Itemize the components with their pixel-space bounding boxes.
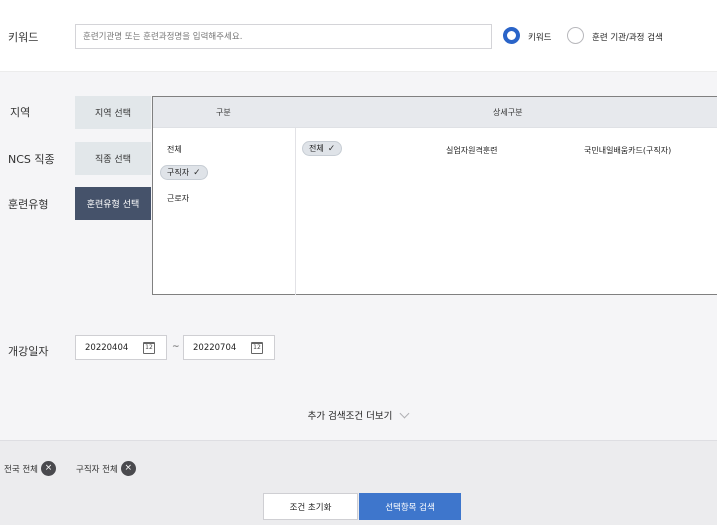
reset-conditions-button[interactable]: 조건 초기화: [263, 493, 358, 520]
start-date-field[interactable]: 20220404 12: [75, 335, 167, 360]
ncs-select-button[interactable]: 직종 선택: [75, 142, 151, 175]
check-icon: ✓: [193, 167, 201, 178]
keyword-input[interactable]: [75, 24, 492, 49]
search-selected-button[interactable]: 선택항목 검색: [359, 493, 461, 520]
dropdown-divider: [295, 128, 296, 295]
detail-item-all-label: 전체: [309, 144, 324, 153]
detail-item-national-card[interactable]: 국민내일배움카드(구직자): [584, 145, 671, 156]
date-separator: ~: [172, 342, 180, 352]
dropdown-header: 구분 상세구분: [153, 97, 717, 128]
keyword-label: 키워드: [8, 31, 39, 44]
more-conditions-toggle[interactable]: 추가 검색조건 더보기: [258, 408, 458, 422]
radio-institution-course[interactable]: [567, 27, 584, 44]
category-item-jobseeker[interactable]: 구직자 ✓: [160, 165, 208, 180]
ncs-label: NCS 직종: [8, 153, 55, 166]
check-icon: ✓: [327, 143, 336, 154]
radio-keyword-label[interactable]: 키워드: [528, 31, 551, 43]
calendar-icon[interactable]: 12: [143, 341, 155, 354]
calendar-icon[interactable]: 12: [251, 341, 263, 354]
selected-tag-training-type-label: 구직자 전체: [76, 464, 118, 475]
start-date-value: 20220404: [85, 342, 129, 353]
start-date-label: 개강일자: [8, 345, 49, 358]
close-icon[interactable]: ×: [120, 461, 136, 476]
detail-item-all[interactable]: 전체 ✓: [302, 141, 343, 156]
category-item-jobseeker-label: 구직자: [167, 168, 190, 177]
detail-header: 상세구분: [493, 108, 523, 117]
category-header: 구분: [216, 108, 231, 117]
radio-keyword[interactable]: [503, 27, 520, 44]
more-conditions-label: 추가 검색조건 더보기: [307, 411, 393, 422]
training-type-label: 훈련유형: [8, 198, 49, 211]
chevron-down-icon: [399, 408, 410, 418]
training-type-dropdown: 구분 상세구분 전체 구직자 ✓ 근로자 전체 ✓ 실업자원격훈련 국민내일배움…: [152, 96, 717, 295]
close-icon[interactable]: ×: [40, 461, 56, 476]
radio-institution-course-label[interactable]: 훈련 기관/과정 검색: [592, 31, 663, 43]
selected-tag-region-label: 전국 전체: [4, 464, 38, 475]
category-item-worker[interactable]: 근로자: [167, 193, 189, 204]
selected-tag-region: 전국 전체 ×: [4, 461, 56, 476]
region-label: 지역: [10, 106, 31, 119]
training-type-select-button[interactable]: 훈련유형 선택: [75, 187, 151, 220]
region-select-button[interactable]: 지역 선택: [75, 96, 151, 129]
end-date-value: 20220704: [193, 342, 237, 353]
selected-tag-training-type: 구직자 전체 ×: [76, 461, 136, 476]
end-date-field[interactable]: 20220704 12: [183, 335, 275, 360]
category-item-all[interactable]: 전체: [167, 144, 182, 155]
detail-item-remote-training[interactable]: 실업자원격훈련: [446, 145, 498, 156]
